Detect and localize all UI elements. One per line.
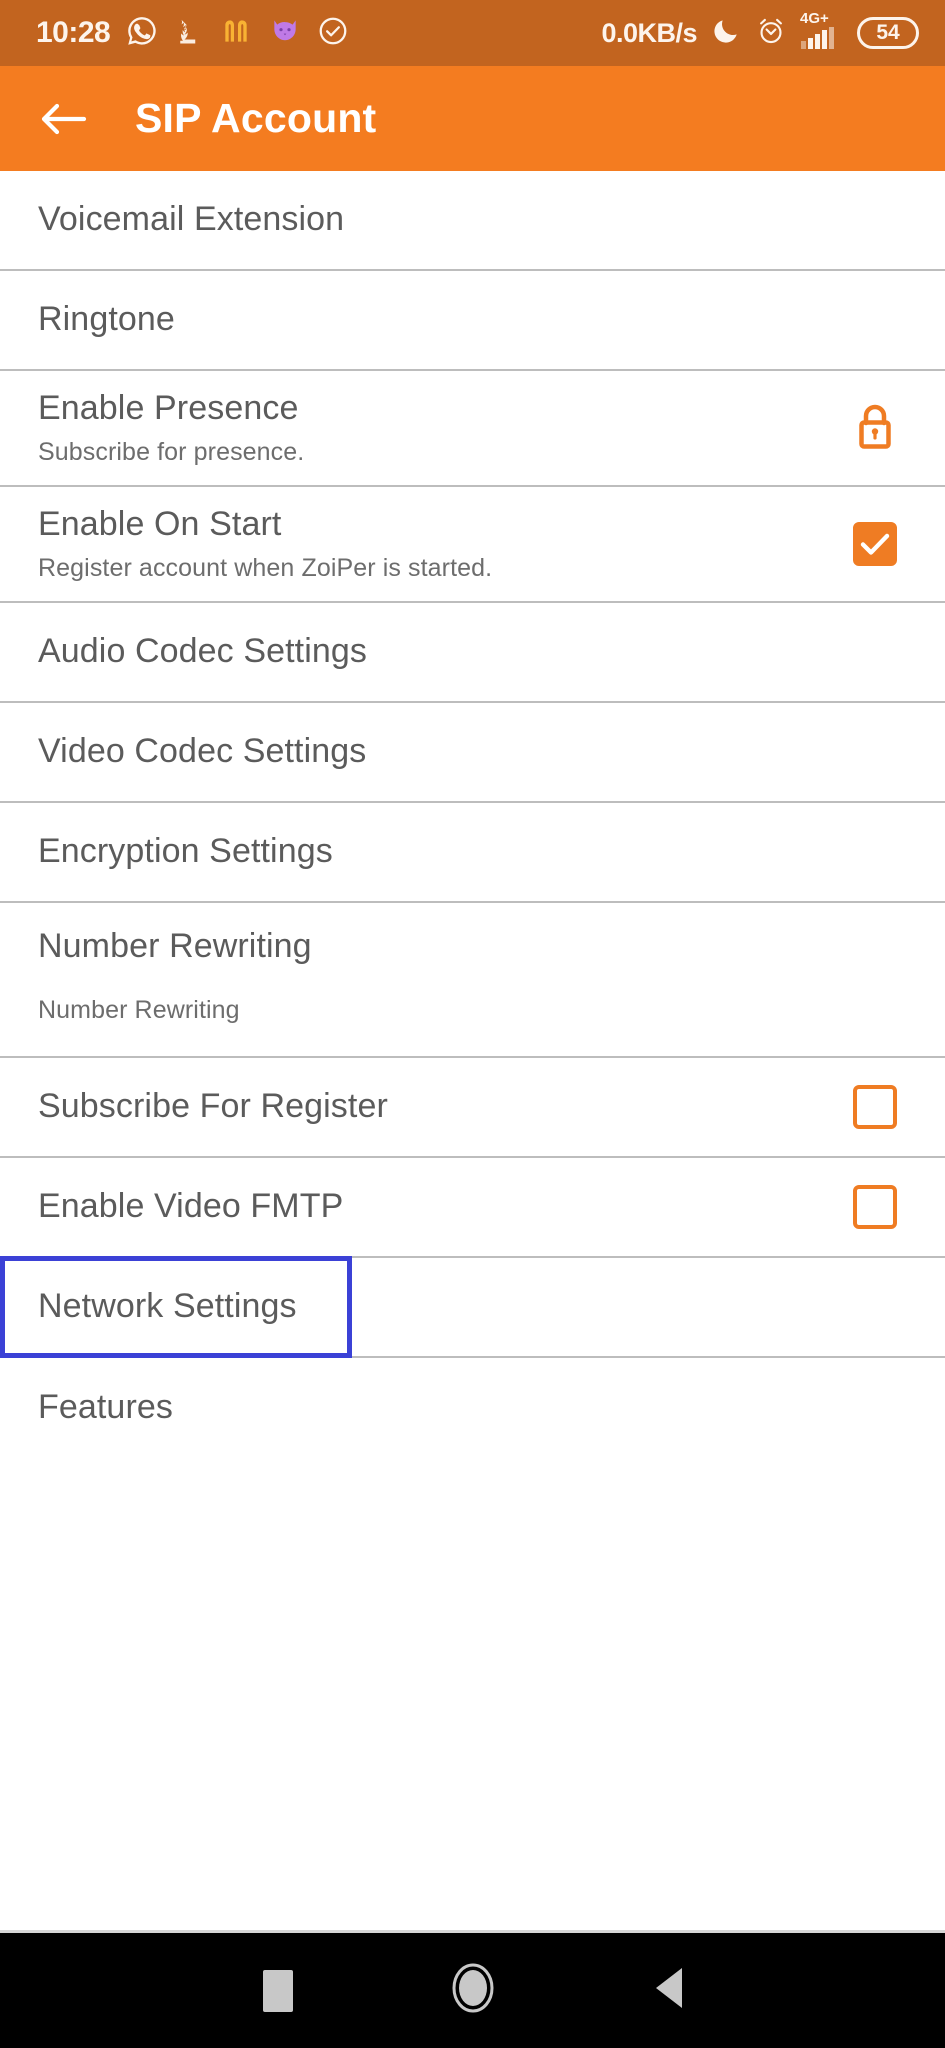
list-item-title: Ringtone bbox=[38, 300, 175, 339]
mcdonalds-icon bbox=[219, 15, 253, 52]
temple-icon bbox=[174, 14, 204, 53]
signal-icon: 4G+ bbox=[800, 11, 844, 51]
list-item-title: Voicemail Extension bbox=[38, 200, 345, 239]
list-item-number-rewriting[interactable]: Number Rewriting Number Rewriting bbox=[0, 903, 945, 1058]
row-texts: Enable On Start Register account when Zo… bbox=[38, 505, 825, 583]
whatsapp-icon bbox=[125, 14, 159, 53]
checkbox-enable-video-fmtp[interactable] bbox=[853, 1185, 897, 1229]
moon-icon bbox=[710, 15, 742, 52]
app-bar: SIP Account bbox=[0, 66, 945, 171]
row-texts: Video Codec Settings bbox=[38, 732, 905, 771]
list-item-enable-on-start[interactable]: Enable On Start Register account when Zo… bbox=[0, 487, 945, 603]
status-bar-right: 0.0KB/s 4G+ 54 bbox=[601, 11, 919, 52]
phone-screen: 10:28 0.0KB/s 4G+ 54 SIP Account Voicema… bbox=[0, 0, 945, 2048]
list-item-subtitle: Register account when ZoiPer is started. bbox=[38, 554, 493, 583]
list-item-subtitle: Number Rewriting bbox=[38, 996, 240, 1025]
home-button[interactable] bbox=[398, 1932, 548, 2048]
row-texts: Ringtone bbox=[38, 300, 905, 339]
status-bar: 10:28 0.0KB/s 4G+ 54 bbox=[0, 0, 945, 66]
row-texts: Number Rewriting Number Rewriting bbox=[38, 927, 905, 1025]
row-texts: Audio Codec Settings bbox=[38, 632, 905, 671]
checkbox-subscribe-for-register[interactable] bbox=[853, 1085, 897, 1129]
list-item-title: Subscribe For Register bbox=[38, 1087, 388, 1126]
battery-icon: 54 bbox=[857, 17, 919, 49]
list-item-subscribe-for-register[interactable]: Subscribe For Register bbox=[0, 1058, 945, 1158]
row-texts: Enable Video FMTP bbox=[38, 1187, 825, 1226]
status-bar-left: 10:28 bbox=[36, 14, 349, 53]
back-nav-button[interactable] bbox=[593, 1932, 743, 2048]
list-item-title: Audio Codec Settings bbox=[38, 632, 367, 671]
recents-square-icon bbox=[262, 1969, 293, 2012]
lock-icon[interactable] bbox=[851, 401, 899, 456]
battery-level-label: 54 bbox=[876, 21, 900, 44]
list-item-title: Number Rewriting bbox=[38, 927, 312, 965]
row-texts: Enable Presence Subscribe for presence. bbox=[38, 389, 825, 467]
list-item-encryption-settings[interactable]: Encryption Settings bbox=[0, 803, 945, 903]
list-item-ringtone[interactable]: Ringtone bbox=[0, 271, 945, 371]
check-circle-icon bbox=[317, 15, 349, 52]
list-item-title: Encryption Settings bbox=[38, 832, 333, 871]
list-item-title: Network Settings bbox=[38, 1287, 297, 1326]
row-accessory bbox=[845, 522, 905, 566]
page-title: SIP Account bbox=[135, 95, 377, 141]
list-item-title: Features bbox=[38, 1388, 173, 1427]
list-item-network-settings[interactable]: Network Settings bbox=[0, 1256, 945, 1358]
row-texts: Features bbox=[38, 1388, 905, 1427]
row-accessory bbox=[845, 1185, 905, 1229]
list-item-title: Enable On Start bbox=[38, 504, 282, 543]
cat-icon bbox=[268, 15, 302, 52]
recents-button[interactable] bbox=[203, 1932, 353, 2048]
back-button[interactable] bbox=[36, 92, 90, 146]
row-accessory bbox=[845, 1085, 905, 1129]
system-navigation-bar bbox=[0, 1930, 945, 2048]
settings-list[interactable]: Voicemail Extension Ringtone Enable Pres… bbox=[0, 171, 945, 1930]
checkbox-enable-on-start[interactable] bbox=[853, 522, 897, 566]
alarm-icon bbox=[755, 15, 787, 52]
list-item-voicemail-extension[interactable]: Voicemail Extension bbox=[0, 171, 945, 271]
network-speed-label: 0.0KB/s bbox=[601, 17, 697, 48]
list-item-video-codec-settings[interactable]: Video Codec Settings bbox=[0, 703, 945, 803]
row-texts: Subscribe For Register bbox=[38, 1087, 825, 1126]
status-clock: 10:28 bbox=[36, 16, 111, 49]
list-item-audio-codec-settings[interactable]: Audio Codec Settings bbox=[0, 603, 945, 703]
home-circle-icon bbox=[449, 1960, 497, 2021]
list-item-enable-video-fmtp[interactable]: Enable Video FMTP bbox=[0, 1158, 945, 1258]
list-item-title: Enable Video FMTP bbox=[38, 1187, 344, 1226]
back-triangle-icon bbox=[650, 1964, 686, 2017]
list-item-enable-presence[interactable]: Enable Presence Subscribe for presence. bbox=[0, 371, 945, 487]
row-texts: Network Settings bbox=[38, 1287, 905, 1326]
list-item-title: Video Codec Settings bbox=[38, 732, 367, 771]
row-texts: Voicemail Extension bbox=[38, 200, 905, 239]
row-accessory bbox=[845, 401, 905, 456]
list-item-subtitle: Subscribe for presence. bbox=[38, 438, 305, 467]
list-item-title: Enable Presence bbox=[38, 388, 299, 427]
row-texts: Encryption Settings bbox=[38, 832, 905, 871]
list-item-features[interactable]: Features bbox=[0, 1358, 945, 1458]
network-type-label: 4G+ bbox=[800, 10, 829, 27]
